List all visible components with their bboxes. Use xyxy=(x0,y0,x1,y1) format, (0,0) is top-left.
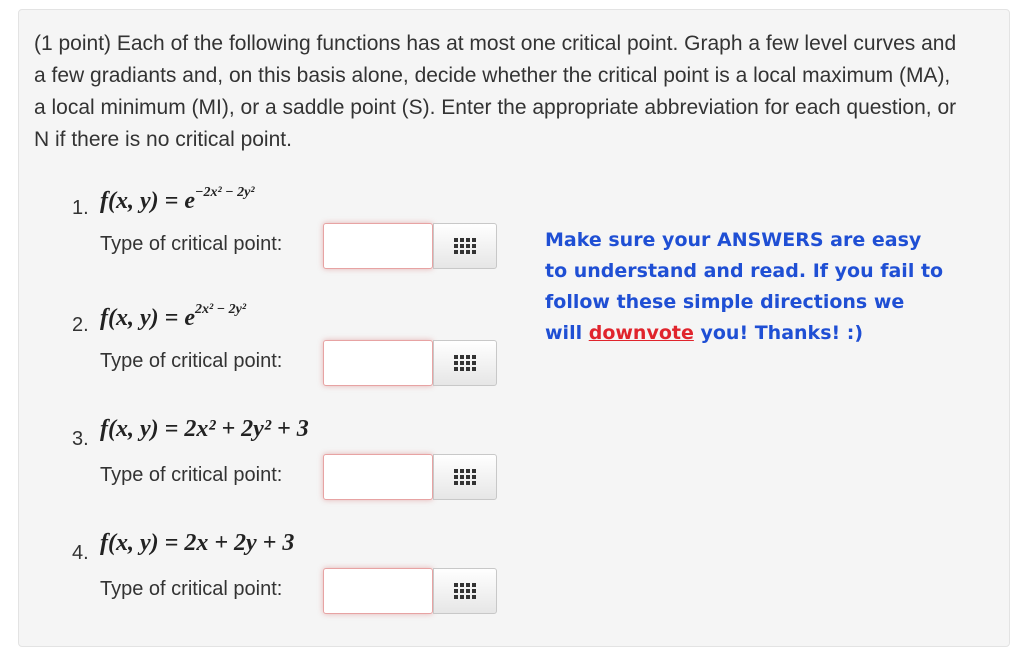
answer-input-1[interactable] xyxy=(323,223,433,269)
grid-palette-icon xyxy=(454,355,476,371)
critical-point-label: Type of critical point: xyxy=(100,233,283,255)
question-formula: f(x, y) = e−2x² − 2y² xyxy=(100,185,255,214)
critical-point-label: Type of critical point: xyxy=(100,350,283,372)
answer-input-2[interactable] xyxy=(323,340,433,386)
question-formula: f(x, y) = 2x² + 2y² + 3 xyxy=(100,416,309,442)
critical-point-label: Type of critical point: xyxy=(100,578,283,600)
palette-button-1[interactable] xyxy=(433,223,497,269)
grid-palette-icon xyxy=(454,238,476,254)
palette-button-2[interactable] xyxy=(433,340,497,386)
answer-input-3[interactable] xyxy=(323,454,433,500)
question-formula: f(x, y) = e2x² − 2y² xyxy=(100,302,247,331)
question-number: 4. xyxy=(72,542,89,564)
palette-button-3[interactable] xyxy=(433,454,497,500)
downvote-text: downvote xyxy=(588,322,694,344)
question-number: 2. xyxy=(72,314,89,336)
critical-point-label: Type of critical point: xyxy=(100,464,283,486)
grid-palette-icon xyxy=(454,469,476,485)
question-number: 1. xyxy=(72,197,89,219)
answer-format-notice: Make sure your ANSWERS are easy to under… xyxy=(545,229,944,344)
palette-button-4[interactable] xyxy=(433,568,497,614)
question-formula: f(x, y) = 2x + 2y + 3 xyxy=(100,530,295,556)
problem-intro: (1 point) Each of the following function… xyxy=(34,32,957,151)
grid-palette-icon xyxy=(454,583,476,599)
question-number: 3. xyxy=(72,428,89,450)
answer-input-4[interactable] xyxy=(323,568,433,614)
